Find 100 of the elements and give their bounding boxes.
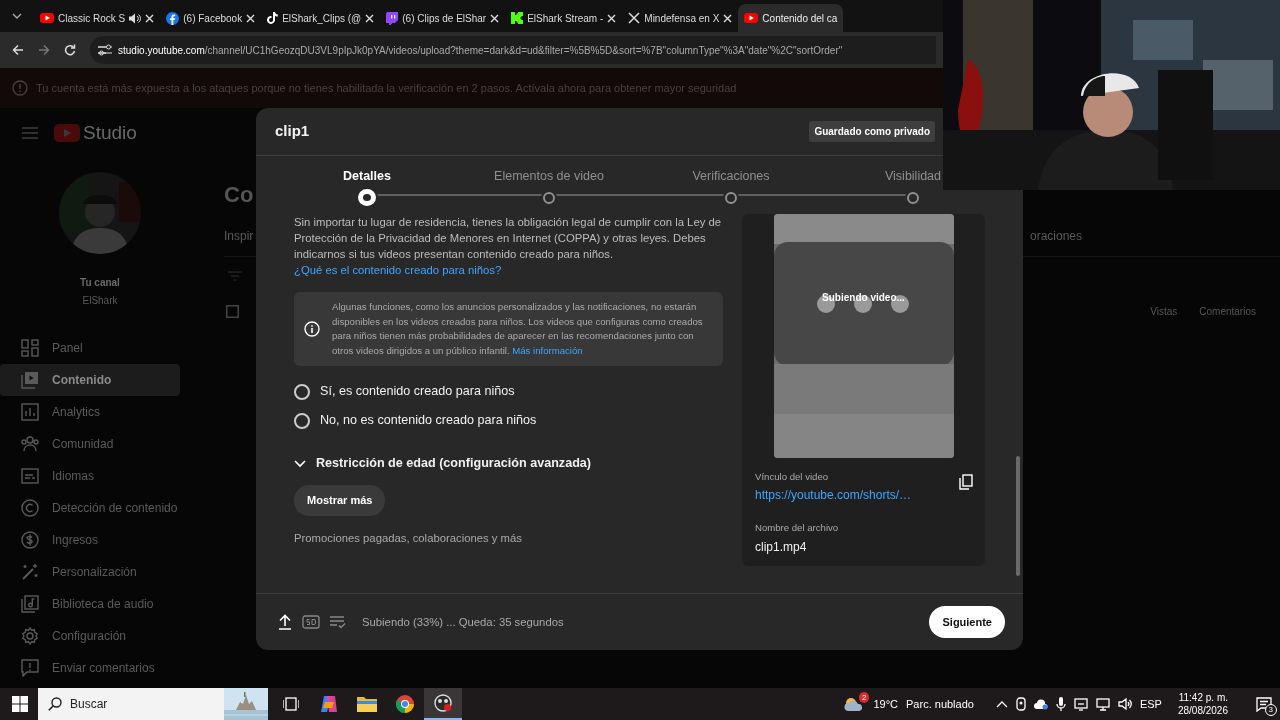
browser-tab[interactable]: (6) Clips de ElShar <box>380 4 506 32</box>
search-field[interactable]: Buscar <box>38 688 268 720</box>
video-link[interactable]: https://youtube.com/shorts/… <box>755 486 912 505</box>
sd-icon[interactable] <box>302 615 320 629</box>
language-indicator[interactable]: ESP <box>1139 695 1162 713</box>
step-tab[interactable]: Visibilidad <box>822 156 1004 206</box>
close-icon[interactable] <box>365 13 375 23</box>
next-button[interactable]: Siguiente <box>929 605 1005 639</box>
field-label: Vínculo del video <box>755 470 830 484</box>
subtitles-icon <box>21 468 39 484</box>
copy-icon[interactable] <box>959 474 973 490</box>
letter-k-icon <box>511 12 524 24</box>
status-badge: Guardado como privado <box>809 121 935 142</box>
step-dot <box>358 188 376 206</box>
search-icon <box>48 697 62 711</box>
upload-icon[interactable] <box>278 614 292 630</box>
video-play-icon <box>40 13 54 23</box>
section-title[interactable]: Restricción de edad (configuración avanzada) <box>316 454 592 474</box>
upload-progress-text: Subiendo (33%) ... Queda: 35 segundos <box>362 614 564 630</box>
settings-icon <box>21 627 39 645</box>
camera-icon[interactable] <box>1015 697 1026 711</box>
cloud-icon[interactable] <box>1033 698 1048 710</box>
chevron-up-icon[interactable] <box>995 700 1008 708</box>
show-more-button[interactable]: Mostrar más <box>294 485 386 516</box>
temperature: 19°C <box>873 696 899 712</box>
nav-item[interactable]: Contenido <box>0 364 180 396</box>
close-icon[interactable] <box>145 13 155 23</box>
address-bar[interactable]: studio.youtube.com/channel/UC1hGeozqDU3VL9pIpJk0pYA/videos/upload?theme=dark&d=ud&filter=%5B%5D&sort=%7B"columnType"%3A"date"%2C"sortOrder" <box>90 36 936 64</box>
dollar-icon <box>21 531 39 549</box>
checklist-icon[interactable] <box>330 615 346 629</box>
back-icon[interactable] <box>12 44 24 56</box>
close-icon[interactable] <box>607 13 617 23</box>
task-view-icon[interactable] <box>283 697 299 711</box>
checkbox[interactable] <box>226 305 239 318</box>
column-header: Vistas <box>1150 305 1178 319</box>
feedback-icon <box>21 659 39 677</box>
dashboard-icon <box>21 339 39 357</box>
step-tab[interactable]: Elementos de video <box>458 156 640 206</box>
x-icon <box>628 12 641 24</box>
notice-text: Algunas funciones, como los anuncios personalizados y las notificaciones, no estarán disponibles en los videos creados para niños. Los videos que configuras como creados para niños tienen más probabilidades de aparecer en las recomendaciones junto con otros videos dirigidos a un público infantil. Más información <box>332 300 704 358</box>
browser-tab[interactable]: Mindefensa en X <box>622 4 739 32</box>
notification-icon[interactable] <box>1256 696 1272 712</box>
dialog-title: clip1 <box>275 121 310 142</box>
chat-bubble-icon <box>386 11 399 25</box>
people-icon <box>20 435 40 453</box>
step-tab[interactable]: Detalles <box>276 156 458 206</box>
speaker-icon[interactable] <box>1117 698 1132 710</box>
music-note-icon <box>267 12 279 24</box>
clock-time[interactable]: 11:42 p. m. <box>1178 691 1228 704</box>
step-dot <box>725 191 737 204</box>
field-label: Nombre del archivo <box>754 521 840 536</box>
channel-name: ElShark <box>81 294 119 308</box>
column-header: Comentarios <box>1199 305 1256 319</box>
clock-date[interactable]: 28/08/2026 <box>1177 704 1228 717</box>
chrome-icon[interactable] <box>396 695 414 713</box>
facebook-icon <box>166 11 180 25</box>
magic-wand-icon <box>21 563 39 581</box>
step-tab[interactable]: Verificaciones <box>640 156 822 206</box>
site-settings-icon <box>98 44 112 56</box>
notification-count: 3 <box>1264 703 1277 716</box>
radio-button[interactable] <box>294 383 310 400</box>
logo-text: Studio <box>83 120 137 145</box>
copilot-icon[interactable] <box>319 695 339 713</box>
step-dot <box>543 191 555 204</box>
bar-chart-icon <box>21 403 39 421</box>
video-library-icon <box>21 371 39 389</box>
alert-icon <box>12 80 28 96</box>
display-icon[interactable] <box>1073 697 1088 711</box>
music-library-icon <box>21 595 39 613</box>
forward-icon[interactable] <box>38 44 50 56</box>
hint-text: Promociones pagadas, colaboraciones y más <box>294 530 523 546</box>
close-icon[interactable] <box>723 13 733 23</box>
weather-condition: Parc. nublado <box>906 696 974 712</box>
record-icon[interactable] <box>434 694 452 712</box>
radio-button[interactable] <box>294 412 310 429</box>
option-label[interactable]: Sí, es contenido creado para niños <box>320 382 515 402</box>
step-dot <box>907 191 919 204</box>
option-label[interactable]: No, no es contenido creado para niños <box>320 411 537 431</box>
windows-start-icon[interactable] <box>12 696 28 712</box>
microphone-icon[interactable] <box>1055 697 1066 711</box>
browser-tab[interactable]: ElShark_Clips (@ <box>261 4 381 32</box>
chevron-down-icon[interactable] <box>12 13 22 19</box>
video-play-icon <box>744 13 759 23</box>
notification-badge: 2 <box>859 692 870 703</box>
file-name: clip1.mp4 <box>754 538 808 556</box>
learn-more-link[interactable]: Más información <box>512 344 583 356</box>
info-icon <box>304 321 320 338</box>
channel-label: Tu canal <box>79 276 121 290</box>
help-link[interactable]: ¿Qué es el contenido creado para niños? <box>294 262 502 278</box>
close-icon[interactable] <box>246 13 256 23</box>
browser-tab[interactable]: Contenido del ca <box>738 4 844 32</box>
play-logo-icon <box>54 124 80 142</box>
folder-icon[interactable] <box>357 696 377 712</box>
browser-tab[interactable]: (6) Facebook <box>160 4 262 32</box>
reload-icon[interactable] <box>64 44 76 56</box>
close-icon[interactable] <box>490 13 500 23</box>
browser-tab[interactable]: Classic Rock S <box>34 4 161 32</box>
scrollbar[interactable] <box>1016 456 1020 576</box>
description-text: Sin importar tu lugar de residencia, tienes la obligación legal de cumplir con la Ley de Protección de la Privacidad de Menores en Internet (COPPA) y otras leyes. Debes indicarnos si tus videos presentan contenido creado para niños. ¿Qué es el contenido creado para niños? <box>294 215 722 278</box>
browser-tab[interactable]: ElShark Stream - <box>505 4 623 32</box>
